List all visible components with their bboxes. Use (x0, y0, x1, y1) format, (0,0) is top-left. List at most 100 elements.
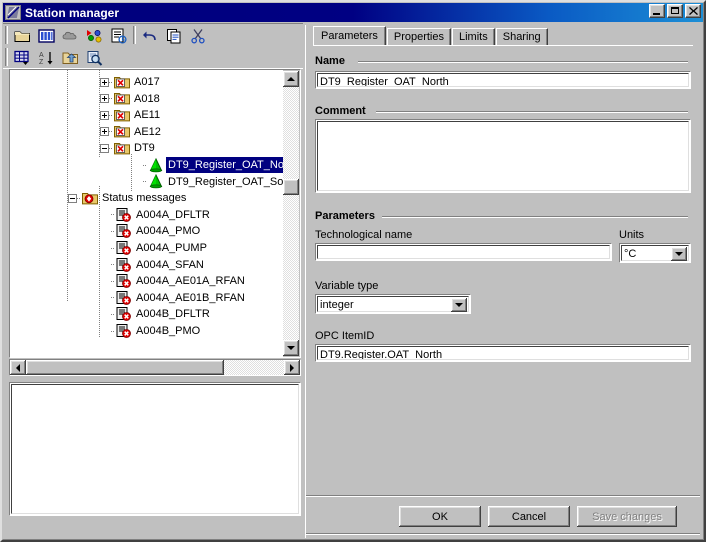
tree-item[interactable]: A004A_SFAN (100, 257, 206, 273)
red-x-folder-icon (114, 93, 130, 105)
scroll-track-vertical[interactable] (283, 87, 299, 340)
units-dropdown[interactable]: °C (619, 243, 691, 263)
toolbar-separator-1 (133, 26, 136, 44)
opc-itemid-label: OPC ItemID (315, 330, 375, 342)
collapse-icon[interactable] (100, 143, 109, 153)
green-variable-icon (149, 174, 163, 189)
tree-item-label: DT9_Register_OAT_South (168, 175, 283, 188)
scroll-up-button[interactable] (283, 71, 299, 87)
comment-field-value (317, 121, 689, 191)
tree-connector (111, 330, 115, 332)
edit-document-icon (111, 28, 127, 44)
station-manager-window: Station manager A Z A017 A018 AE11 AE12 … (0, 0, 706, 542)
tab-parameters[interactable]: Parameters (313, 26, 386, 46)
tree-connector (111, 264, 115, 266)
window-controls (649, 4, 701, 18)
grid-properties-button[interactable] (11, 47, 34, 68)
toolbar-gripper-2[interactable] (5, 48, 8, 66)
scroll-thumb-horizontal[interactable] (26, 360, 224, 375)
red-x-folder-icon (114, 76, 130, 88)
message-error-icon (116, 224, 131, 239)
tree-item-label: A004B_PMO (136, 325, 201, 337)
scroll-left-button[interactable] (10, 360, 26, 375)
tree-item[interactable]: A004B_DFLTR (100, 306, 212, 322)
tree-item[interactable]: DT9 (100, 140, 157, 156)
tree-item[interactable]: AE11 (100, 107, 162, 123)
parameters-group-rule (382, 216, 688, 218)
tree-vertical-scrollbar[interactable] (283, 71, 299, 356)
tab-properties[interactable]: Properties (386, 28, 451, 46)
tree-item[interactable]: A004A_DFLTR (100, 207, 212, 223)
tab-sharing[interactable]: Sharing (495, 28, 548, 46)
cut-button[interactable] (187, 25, 210, 46)
tree-item[interactable]: A004A_PUMP (100, 240, 209, 256)
expand-icon[interactable] (100, 110, 109, 120)
scroll-right-button[interactable] (284, 360, 300, 375)
red-x-folder-icon (114, 109, 130, 122)
tree-item[interactable]: A004A_PMO (100, 223, 202, 239)
tabstrip: Parameters Properties Limits Sharing (313, 26, 549, 46)
copy-button[interactable] (163, 25, 186, 46)
edit-document-button[interactable] (107, 25, 130, 46)
collapse-icon[interactable] (68, 193, 77, 203)
tree-item[interactable]: A004A_AE01B_RFAN (100, 290, 247, 306)
expand-icon[interactable] (100, 127, 109, 137)
tree-item[interactable]: A017 (100, 74, 162, 90)
variable-type-dropdown-arrow[interactable] (451, 298, 467, 312)
details-list-content (11, 384, 299, 514)
tree-connector (143, 181, 147, 183)
tree-view[interactable]: A017 A018 AE11 AE12 DT9 DT9_Register_OAT_Nort… (10, 70, 283, 357)
tree-item[interactable]: Status messages (68, 190, 188, 206)
tree-view-frame: A017 A018 AE11 AE12 DT9 DT9_Register_OAT_Nort… (9, 69, 301, 358)
opc-itemid-field[interactable]: DT9.Register.OAT_North (315, 344, 691, 362)
tree-item[interactable]: DT9_Register_OAT_South (132, 174, 283, 190)
open-folder-button[interactable] (11, 25, 34, 46)
cancel-button[interactable]: Cancel (488, 506, 570, 527)
technological-name-value (317, 245, 610, 259)
ok-button[interactable]: OK (399, 506, 481, 527)
tree-horizontal-scrollbar[interactable] (9, 359, 301, 376)
tree-item[interactable]: DT9_Register_OAT_North (132, 157, 283, 173)
maximize-button[interactable] (667, 4, 683, 18)
stations-table-button[interactable] (35, 25, 58, 46)
expand-icon[interactable] (100, 77, 109, 87)
app-window-icon-glyph (7, 6, 20, 19)
database-table-icon (38, 28, 55, 43)
tree-item-label: A004A_AE01A_RFAN (136, 275, 245, 288)
tree-connector (111, 214, 115, 216)
toolbar-gripper[interactable] (5, 26, 8, 44)
tree-connector (143, 164, 147, 166)
name-field[interactable]: DT9_Register_OAT_North (315, 71, 691, 89)
copy-icon (167, 28, 181, 43)
expand-icon[interactable] (100, 94, 109, 104)
tree-connector-root (67, 70, 68, 302)
tree-connector (109, 114, 113, 116)
tree-item[interactable]: A004A_AE01A_RFAN (100, 273, 247, 289)
close-button[interactable] (685, 4, 701, 18)
details-list-panel[interactable] (9, 382, 301, 516)
sort-button[interactable]: A Z (35, 47, 58, 68)
undo-button[interactable] (139, 25, 162, 46)
tree-item[interactable]: A004B_PMO (100, 323, 202, 339)
tab-limits[interactable]: Limits (452, 28, 495, 46)
minimize-button[interactable] (649, 4, 665, 18)
comment-field[interactable] (315, 119, 691, 193)
folder-up-icon (62, 52, 78, 64)
scroll-down-button[interactable] (283, 340, 299, 356)
folder-up-button[interactable] (59, 47, 82, 68)
scroll-thumb-vertical[interactable] (283, 179, 299, 195)
cloud-icon (62, 31, 77, 39)
tree-item-label: A004A_DFLTR (136, 208, 210, 221)
tree-item[interactable]: AE12 (100, 124, 163, 140)
tree-item-label: A018 (134, 92, 160, 105)
save-changes-button: Save changes (577, 506, 677, 527)
titlebar[interactable]: Station manager (3, 3, 703, 22)
add-node-button[interactable] (83, 25, 106, 46)
tree-item[interactable]: A018 (100, 91, 162, 107)
technological-name-field[interactable] (315, 243, 612, 261)
variable-type-dropdown[interactable]: integer (315, 294, 471, 314)
find-button[interactable] (83, 47, 106, 68)
units-dropdown-arrow[interactable] (671, 247, 687, 261)
tree-item-label: A017 (134, 76, 160, 88)
network-cloud-button[interactable] (59, 25, 82, 46)
